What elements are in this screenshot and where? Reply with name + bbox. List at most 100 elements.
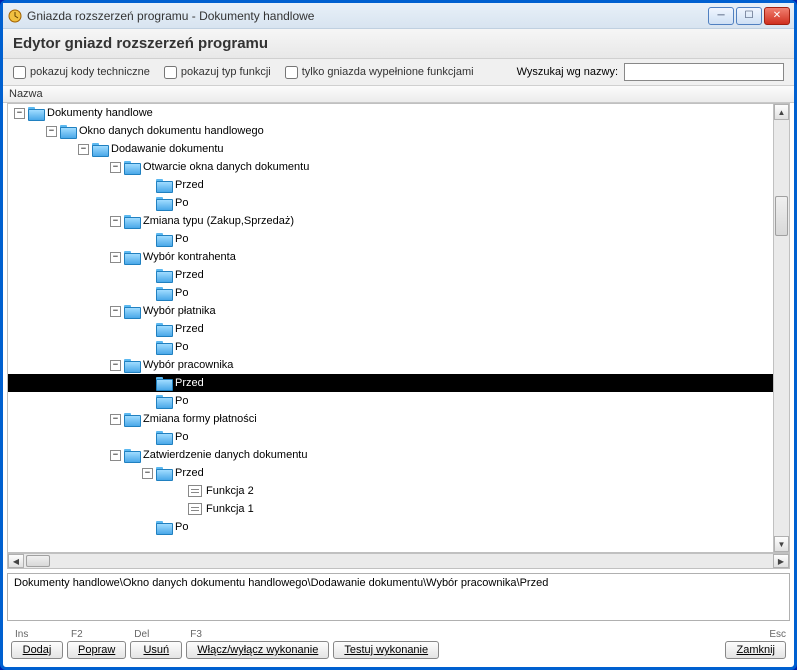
- minimize-button[interactable]: ─: [708, 7, 734, 25]
- tree-label: Przed: [175, 269, 204, 281]
- tree-node[interactable]: Po: [8, 194, 773, 212]
- tree-label: Po: [175, 233, 188, 245]
- collapse-icon[interactable]: −: [110, 306, 121, 317]
- tree-node-selected[interactable]: Przed: [8, 374, 773, 392]
- tree-label: Przed: [175, 179, 204, 191]
- tree-label: Po: [175, 287, 188, 299]
- search-label: Wyszukaj wg nazwy:: [517, 66, 618, 78]
- collapse-icon[interactable]: −: [110, 216, 121, 227]
- tree-node[interactable]: Po: [8, 230, 773, 248]
- folder-icon: [60, 125, 75, 137]
- horizontal-scrollbar[interactable]: ◀ ▶: [7, 553, 790, 569]
- tree-node[interactable]: − Zatwierdzenie danych dokumentu: [8, 446, 773, 464]
- folder-icon: [156, 377, 171, 389]
- collapse-icon[interactable]: −: [110, 414, 121, 425]
- collapse-icon[interactable]: −: [142, 468, 153, 479]
- tree-label: Dodawanie dokumentu: [111, 143, 224, 155]
- checkbox-only-filled-input[interactable]: [285, 66, 298, 79]
- tree-node[interactable]: Po: [8, 392, 773, 410]
- tree-node[interactable]: Po: [8, 428, 773, 446]
- folder-icon: [156, 179, 171, 191]
- tree-label: Funkcja 2: [206, 485, 254, 497]
- tree-label: Przed: [175, 377, 204, 389]
- folder-icon: [156, 197, 171, 209]
- folder-icon: [28, 107, 43, 119]
- add-button[interactable]: Dodaj: [11, 641, 63, 659]
- function-icon: [188, 503, 202, 515]
- tree-node[interactable]: −Zmiana typu (Zakup,Sprzedaż): [8, 212, 773, 230]
- folder-icon: [124, 413, 139, 425]
- search-group: Wyszukaj wg nazwy:: [517, 63, 784, 81]
- edit-button[interactable]: Popraw: [67, 641, 126, 659]
- tree[interactable]: −Dokumenty handlowe −Okno danych dokumen…: [8, 104, 773, 552]
- scroll-up-icon[interactable]: ▲: [774, 104, 789, 120]
- tree-label: Zatwierdzenie danych dokumentu: [143, 449, 307, 461]
- collapse-icon[interactable]: −: [78, 144, 89, 155]
- scroll-right-icon[interactable]: ▶: [773, 554, 789, 568]
- search-input[interactable]: [624, 63, 784, 81]
- tree-label: Wybór kontrahenta: [143, 251, 236, 263]
- collapse-icon[interactable]: −: [110, 162, 121, 173]
- tree-node[interactable]: −Otwarcie okna danych dokumentu: [8, 158, 773, 176]
- tree-node[interactable]: − Wybór kontrahenta: [8, 248, 773, 266]
- checkbox-tech-codes[interactable]: pokazuj kody techniczne: [13, 66, 150, 79]
- delete-button[interactable]: Usuń: [130, 641, 182, 659]
- folder-icon: [156, 287, 171, 299]
- tree-node[interactable]: −Wybór pracownika: [8, 356, 773, 374]
- tree-node[interactable]: −Dokumenty handlowe: [8, 104, 773, 122]
- folder-icon: [156, 323, 171, 335]
- collapse-icon[interactable]: −: [110, 252, 121, 263]
- tree-node[interactable]: Po: [8, 338, 773, 356]
- folder-icon: [124, 359, 139, 371]
- tree-node[interactable]: −Przed: [8, 464, 773, 482]
- tree-node[interactable]: Funkcja 1: [8, 500, 773, 518]
- tree-container: −Dokumenty handlowe −Okno danych dokumen…: [7, 103, 790, 553]
- tree-node[interactable]: − Dodawanie dokumentu: [8, 140, 773, 158]
- shortcut-label: [337, 629, 340, 640]
- scroll-left-icon[interactable]: ◀: [8, 554, 24, 568]
- tree-label: Po: [175, 395, 188, 407]
- collapse-icon[interactable]: −: [110, 450, 121, 461]
- tree-node[interactable]: Przed: [8, 320, 773, 338]
- tree-node[interactable]: −Wybór płatnika: [8, 302, 773, 320]
- tree-node[interactable]: Przed: [8, 176, 773, 194]
- tree-node[interactable]: Po: [8, 284, 773, 302]
- scroll-thumb[interactable]: [26, 555, 50, 567]
- window-buttons: ─ ☐ ✕: [708, 7, 790, 25]
- maximize-button[interactable]: ☐: [736, 7, 762, 25]
- checkbox-func-type[interactable]: pokazuj typ funkcji: [164, 66, 271, 79]
- shortcut-label: Esc: [769, 629, 786, 640]
- scroll-thumb[interactable]: [775, 196, 788, 236]
- tree-label: Przed: [175, 323, 204, 335]
- tree-node[interactable]: −Okno danych dokumentu handlowego: [8, 122, 773, 140]
- titlebar[interactable]: Gniazda rozszerzeń programu - Dokumenty …: [3, 3, 794, 29]
- toggle-exec-button[interactable]: Włącz/wyłącz wykonanie: [186, 641, 329, 659]
- close-button[interactable]: Zamknij: [725, 641, 786, 659]
- tree-label: Po: [175, 521, 188, 533]
- collapse-icon[interactable]: −: [14, 108, 25, 119]
- column-header-name[interactable]: Nazwa: [3, 86, 794, 103]
- checkbox-tech-codes-input[interactable]: [13, 66, 26, 79]
- tree-node[interactable]: Funkcja 2: [8, 482, 773, 500]
- scroll-down-icon[interactable]: ▼: [774, 536, 789, 552]
- folder-icon: [124, 305, 139, 317]
- checkbox-only-filled-label: tylko gniazda wypełnione funkcjami: [302, 66, 474, 78]
- tree-node[interactable]: −Zmiana formy płatności: [8, 410, 773, 428]
- folder-icon: [156, 233, 171, 245]
- tree-node[interactable]: Przed: [8, 266, 773, 284]
- test-exec-button[interactable]: Testuj wykonanie: [333, 641, 439, 659]
- shortcut-label: F2: [71, 629, 83, 640]
- scroll-track[interactable]: [24, 554, 773, 568]
- vertical-scrollbar[interactable]: ▲ ▼: [773, 104, 789, 552]
- folder-icon: [124, 161, 139, 173]
- checkbox-only-filled[interactable]: tylko gniazda wypełnione funkcjami: [285, 66, 474, 79]
- close-window-button[interactable]: ✕: [764, 7, 790, 25]
- collapse-icon[interactable]: −: [46, 126, 57, 137]
- collapse-icon[interactable]: −: [110, 360, 121, 371]
- folder-icon: [156, 341, 171, 353]
- folder-icon: [92, 143, 107, 155]
- checkbox-func-type-input[interactable]: [164, 66, 177, 79]
- tree-node[interactable]: Po: [8, 518, 773, 536]
- selection-path: Dokumenty handlowe\Okno danych dokumentu…: [7, 573, 790, 621]
- page-title: Edytor gniazd rozszerzeń programu: [13, 35, 784, 52]
